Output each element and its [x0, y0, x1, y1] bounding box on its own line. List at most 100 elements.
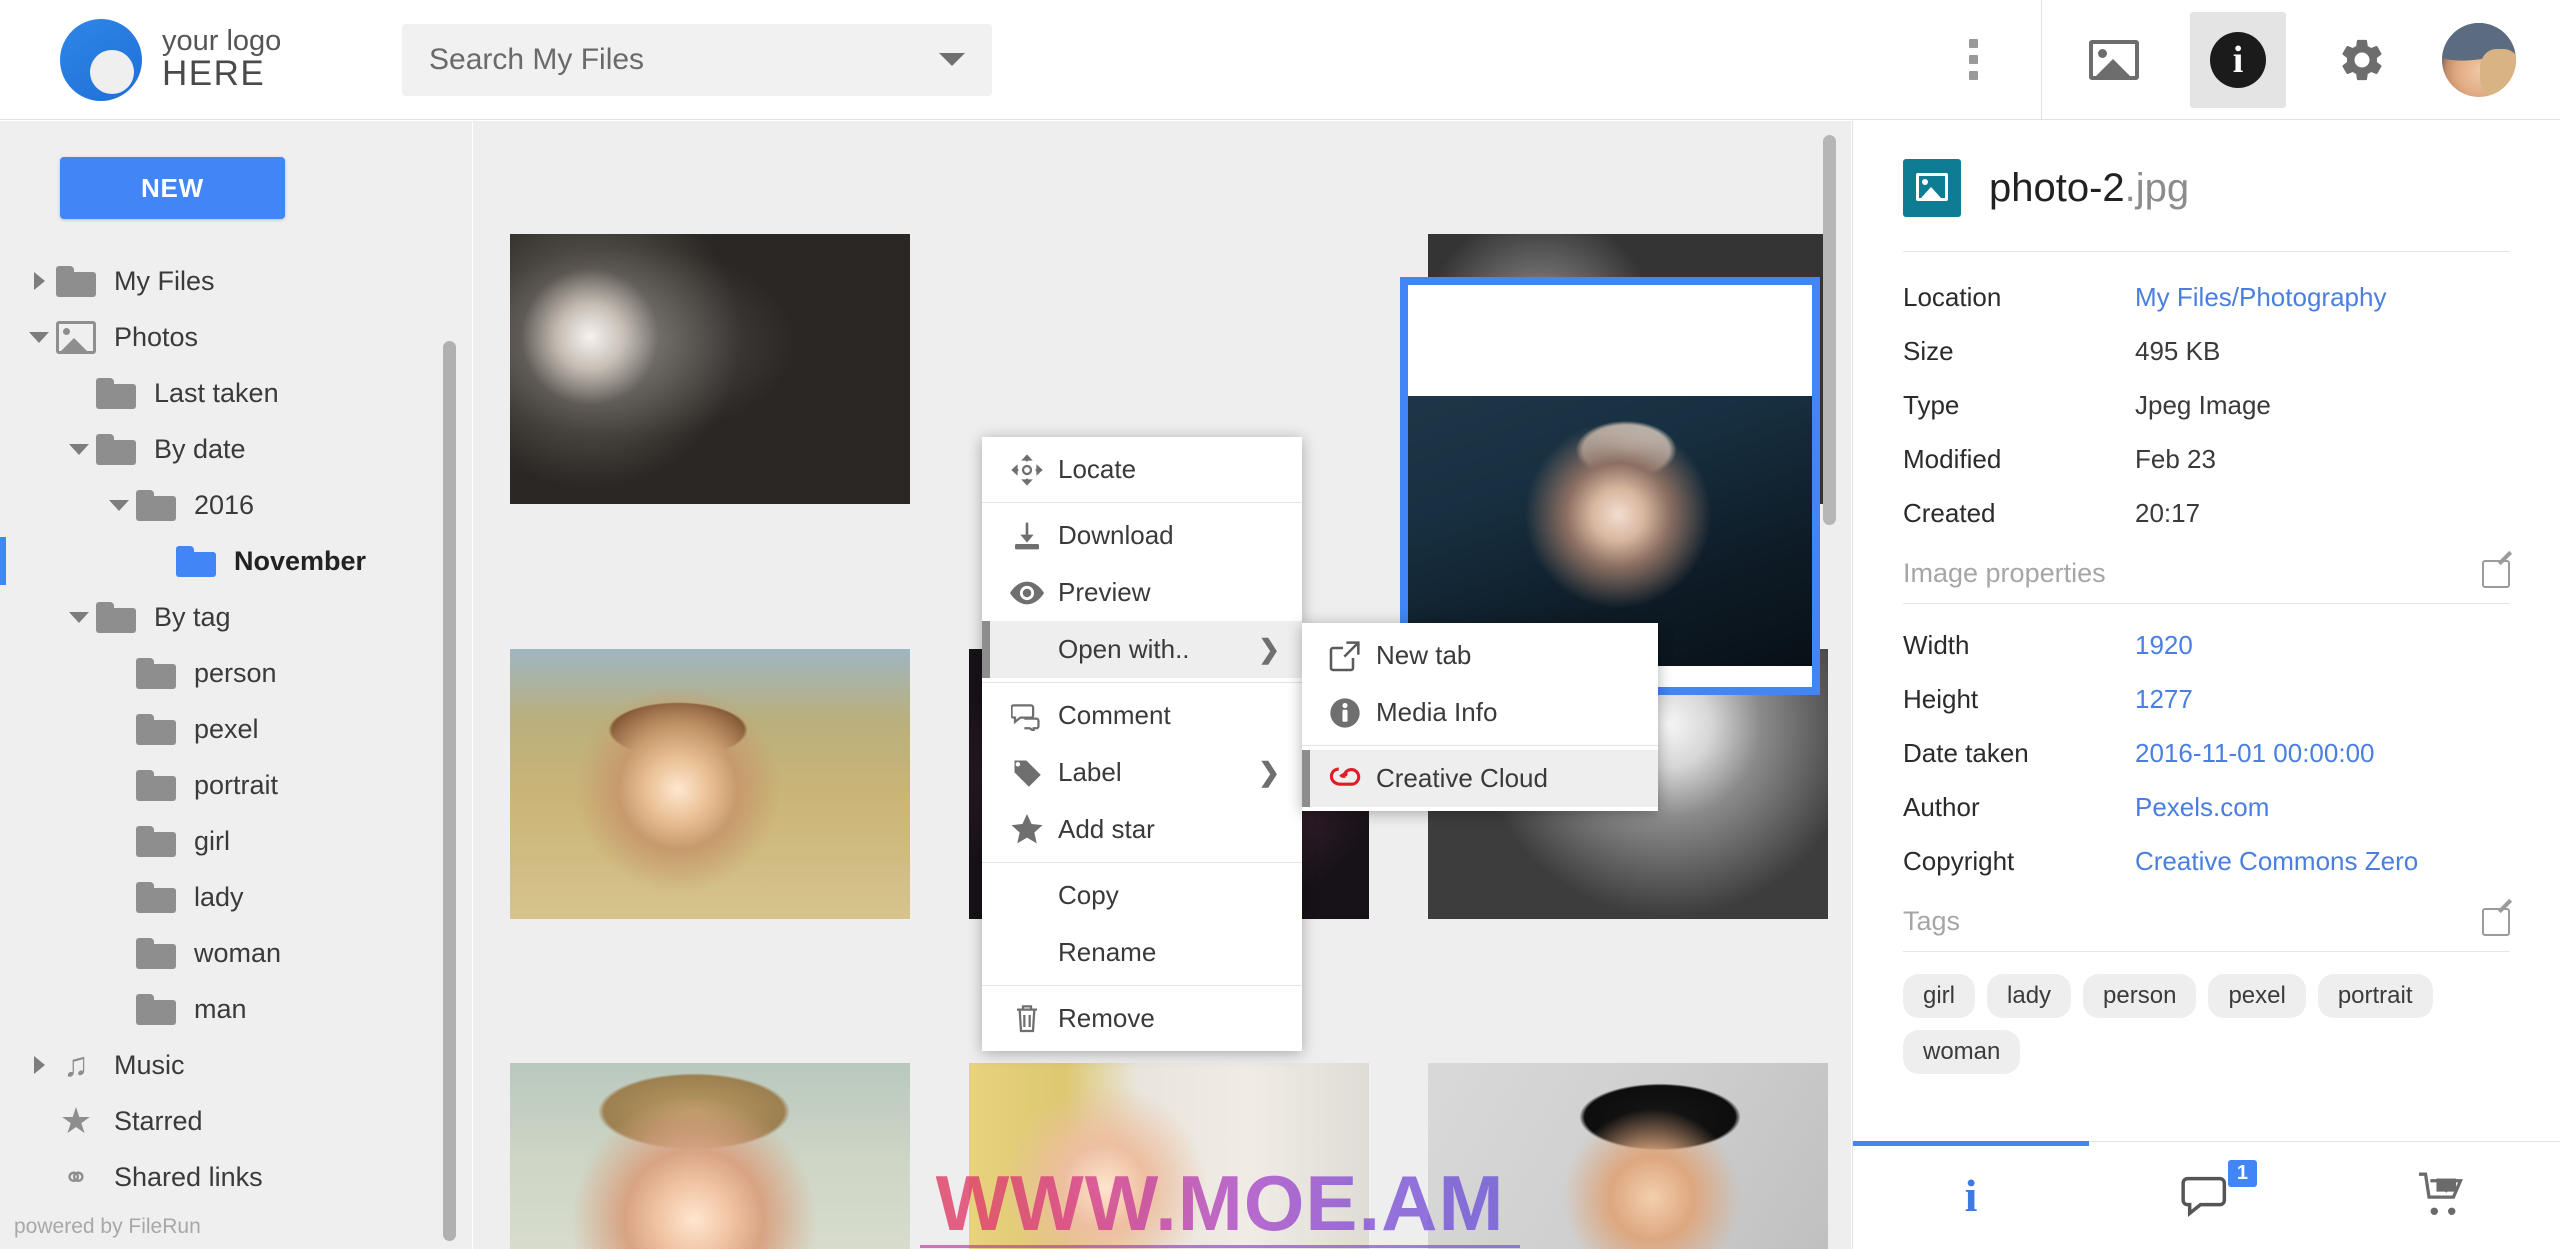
sidebar-item-label: Last taken	[154, 377, 279, 408]
property-key: Modified	[1903, 443, 2002, 474]
sidebar-item-november[interactable]: November	[0, 533, 472, 589]
property-key: Location	[1903, 281, 2002, 312]
search-box[interactable]: Search My Files	[402, 23, 992, 96]
chevron-closed-icon[interactable]	[22, 1056, 56, 1074]
thumb-woman-hat-field[interactable]	[510, 649, 910, 919]
sidebar-item-pexel[interactable]: pexel	[0, 701, 472, 757]
sidebar-item-lady[interactable]: lady	[0, 869, 472, 925]
folder-icon-blue	[176, 545, 216, 577]
folder-icon	[136, 937, 176, 969]
sidebar-item-man[interactable]: man	[0, 981, 472, 1037]
gallery-view-icon[interactable]	[2066, 12, 2162, 108]
file-properties-list: Location My Files/Photography Size 495 KB Ty…	[1853, 252, 2560, 540]
more-vertical-icon[interactable]	[1933, 39, 2013, 80]
menu-item-open-with[interactable]: Open with.. ❯	[982, 621, 1302, 678]
menu-separator	[982, 985, 1302, 986]
tag-chip[interactable]: portrait	[2317, 974, 2433, 1018]
menu-item-copy[interactable]: Copy	[982, 867, 1302, 924]
thumb-woman-blonde-wall[interactable]	[969, 1063, 1369, 1249]
edit-tags-icon[interactable]	[2482, 907, 2510, 936]
search-input[interactable]: Search My Files	[429, 43, 939, 77]
tag-chip[interactable]: person	[2083, 974, 2197, 1018]
download-icon	[996, 520, 1058, 552]
grid-scrollbar[interactable]	[1823, 135, 1836, 525]
sidebar-item-label: man	[194, 993, 247, 1024]
creative-cloud-icon	[1314, 764, 1376, 794]
info-circle-icon	[1314, 697, 1376, 729]
user-avatar[interactable]	[2442, 22, 2516, 97]
app-logo[interactable]: your logo HERE	[60, 18, 360, 101]
thumb-man-sunglasses[interactable]	[1428, 1063, 1828, 1249]
folder-icon	[136, 825, 176, 857]
file-name-extension: .jpg	[2124, 165, 2190, 210]
tag-chip[interactable]: lady	[1987, 974, 2072, 1018]
tab-cart[interactable]	[2325, 1142, 2560, 1249]
sidebar-item-portrait[interactable]: portrait	[0, 757, 472, 813]
property-value[interactable]: My Files/Photography	[2135, 282, 2386, 313]
file-name: photo-2.jpg	[1989, 166, 2189, 211]
chevron-open-icon[interactable]	[62, 443, 96, 455]
menu-item-download[interactable]: Download	[982, 507, 1302, 564]
thumb-man-portrait-1[interactable]	[510, 234, 910, 504]
sidebar-item-by-date[interactable]: By date	[0, 421, 472, 477]
info-panel-icon[interactable]: i	[2190, 11, 2286, 108]
menu-item-preview[interactable]: Preview	[982, 564, 1302, 621]
tag-chip[interactable]: girl	[1903, 974, 1976, 1018]
move-crosshair-icon	[996, 453, 1058, 486]
sidebar-item-girl[interactable]: girl	[0, 813, 472, 869]
logo-line-2: HERE	[162, 54, 266, 94]
property-value[interactable]: 1920	[2135, 630, 2193, 661]
sidebar-item-my-files[interactable]: My Files	[0, 253, 472, 309]
property-value[interactable]: Creative Commons Zero	[2135, 846, 2418, 877]
thumb-man-blond[interactable]	[510, 1063, 910, 1249]
sidebar-item-2016[interactable]: 2016	[0, 477, 472, 533]
settings-gear-icon[interactable]	[2314, 12, 2410, 108]
menu-item-creative-cloud[interactable]: Creative Cloud	[1302, 750, 1658, 807]
music-note-icon: ♫	[63, 1046, 89, 1084]
trash-icon	[996, 1003, 1058, 1035]
sidebar-item-photos[interactable]: Photos	[0, 309, 472, 365]
menu-item-label: Media Info	[1376, 697, 1498, 727]
chevron-closed-icon[interactable]	[22, 272, 56, 290]
property-row: Location My Files/Photography	[1903, 270, 2510, 324]
menu-item-remove[interactable]: Remove	[982, 990, 1302, 1047]
tab-comments[interactable]: 1	[2089, 1142, 2325, 1249]
tag-chip[interactable]: pexel	[2208, 974, 2306, 1018]
sidebar-item-music[interactable]: ♫ Music	[0, 1037, 472, 1093]
menu-item-rename[interactable]: Rename	[982, 924, 1302, 981]
folder-icon	[136, 713, 176, 745]
sidebar-item-by-tag[interactable]: By tag	[0, 589, 472, 645]
tab-details[interactable]: i	[1853, 1141, 2089, 1249]
chevron-down-icon[interactable]	[939, 53, 965, 66]
menu-item-comment[interactable]: Comment	[982, 687, 1302, 744]
context-submenu-open-with: New tab Media Info Creative Cloud	[1302, 623, 1658, 811]
menu-item-label: Comment	[1058, 700, 1171, 730]
sidebar-item-last-taken[interactable]: Last taken	[0, 365, 472, 421]
menu-item-locate[interactable]: Locate	[982, 441, 1302, 498]
star-icon	[996, 813, 1058, 846]
chevron-open-icon[interactable]	[62, 611, 96, 623]
menu-item-label: Preview	[1058, 577, 1151, 607]
property-row: Copyright Creative Commons Zero	[1903, 834, 2510, 888]
menu-item-new-tab[interactable]: New tab	[1302, 627, 1658, 684]
sidebar-item-person[interactable]: person	[0, 645, 472, 701]
sidebar-item-woman[interactable]: woman	[0, 925, 472, 981]
chevron-open-icon[interactable]	[102, 499, 136, 511]
property-value[interactable]: 2016-11-01 00:00:00	[2135, 738, 2375, 769]
edit-image-properties-icon[interactable]	[2482, 559, 2510, 588]
property-key: Height	[1903, 683, 1979, 714]
tag-chip[interactable]: woman	[1903, 1030, 2021, 1074]
menu-item-add-star[interactable]: Add star	[982, 801, 1302, 858]
property-row: Size 495 KB	[1903, 324, 2510, 378]
property-value[interactable]: 1277	[2135, 684, 2193, 715]
new-button[interactable]: NEW	[60, 157, 285, 219]
sidebar-item-shared-links[interactable]: ⚭ Shared links	[0, 1149, 472, 1205]
menu-item-media-info[interactable]: Media Info	[1302, 684, 1658, 741]
chevron-open-icon[interactable]	[22, 331, 56, 343]
sidebar-scrollbar[interactable]	[443, 341, 456, 1241]
property-value: 495 KB	[2135, 335, 2221, 366]
file-name-base: photo-2	[1989, 165, 2125, 210]
sidebar-item-starred[interactable]: ★ Starred	[0, 1093, 472, 1149]
property-value[interactable]: Pexels.com	[2135, 792, 2269, 823]
menu-item-label[interactable]: Label ❯	[982, 744, 1302, 801]
